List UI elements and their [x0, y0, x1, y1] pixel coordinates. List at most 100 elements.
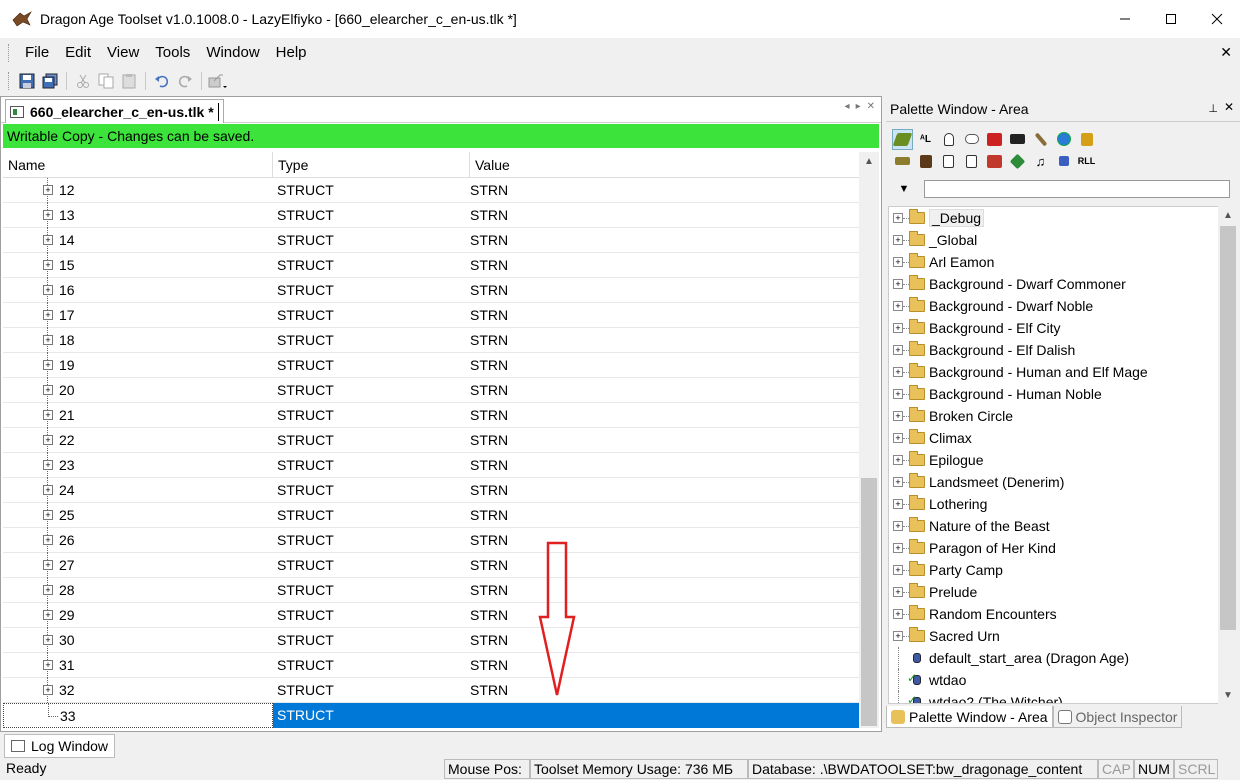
- expand-icon[interactable]: +: [893, 279, 903, 289]
- placeable-icon[interactable]: [892, 151, 913, 172]
- expand-icon[interactable]: +: [893, 631, 903, 641]
- cutscene-icon[interactable]: [1007, 129, 1028, 150]
- name-cell[interactable]: +16: [3, 278, 273, 303]
- table-row[interactable]: +17 STRUCT STRN: [3, 303, 859, 328]
- tree-vertical-scrollbar[interactable]: ▲ ▼: [1218, 206, 1238, 704]
- tree-item[interactable]: + Party Camp: [889, 559, 1237, 581]
- expand-icon[interactable]: +: [43, 435, 53, 445]
- type-cell[interactable]: STRUCT: [273, 578, 470, 602]
- type-cell[interactable]: STRUCT: [273, 303, 470, 327]
- expand-icon[interactable]: +: [43, 510, 53, 520]
- name-cell[interactable]: +22: [3, 428, 273, 453]
- tree-item[interactable]: + Lothering: [889, 493, 1237, 515]
- tree-item[interactable]: + Background - Elf City: [889, 317, 1237, 339]
- value-cell[interactable]: STRN: [470, 228, 859, 252]
- tree-item[interactable]: + Arl Eamon: [889, 251, 1237, 273]
- menu-edit[interactable]: Edit: [57, 40, 99, 66]
- expand-icon[interactable]: +: [43, 635, 53, 645]
- name-cell[interactable]: +19: [3, 353, 273, 378]
- value-cell[interactable]: STRN: [470, 453, 859, 477]
- tree-item[interactable]: + _Debug: [889, 207, 1237, 229]
- expand-icon[interactable]: +: [43, 660, 53, 670]
- grid-vertical-scrollbar[interactable]: ▲: [859, 152, 879, 728]
- expand-icon[interactable]: +: [893, 565, 903, 575]
- table-row[interactable]: +30 STRUCT STRN: [3, 628, 859, 653]
- name-cell[interactable]: +21: [3, 403, 273, 428]
- value-cell[interactable]: STRN: [470, 653, 859, 677]
- expand-icon[interactable]: +: [893, 411, 903, 421]
- tab-log-window[interactable]: Log Window: [4, 734, 116, 758]
- column-header-value[interactable]: Value: [470, 152, 859, 177]
- table-row[interactable]: +27 STRUCT STRN: [3, 553, 859, 578]
- expand-icon[interactable]: +: [893, 213, 903, 223]
- type-cell[interactable]: STRUCT: [273, 678, 470, 702]
- tree-item[interactable]: + Sacred Urn: [889, 625, 1237, 647]
- name-cell[interactable]: +18: [3, 328, 273, 353]
- table-row[interactable]: +21 STRUCT STRN: [3, 403, 859, 428]
- table-row[interactable]: +13 STRUCT STRN: [3, 203, 859, 228]
- name-cell[interactable]: +28: [3, 578, 273, 603]
- name-cell[interactable]: +32: [3, 678, 273, 703]
- expand-icon[interactable]: +: [893, 455, 903, 465]
- name-cell[interactable]: +12: [3, 178, 273, 203]
- name-cell[interactable]: +31: [3, 653, 273, 678]
- tree-item[interactable]: ✓ wtdao: [889, 669, 1237, 691]
- expand-icon[interactable]: +: [893, 257, 903, 267]
- tree-item[interactable]: + Background - Dwarf Noble: [889, 295, 1237, 317]
- type-cell[interactable]: STRUCT: [273, 628, 470, 652]
- table-row[interactable]: +26 STRUCT STRN: [3, 528, 859, 553]
- value-cell[interactable]: STRN: [470, 553, 859, 577]
- type-cell[interactable]: STRUCT: [273, 603, 470, 627]
- value-cell[interactable]: STRN: [470, 528, 859, 552]
- expand-icon[interactable]: +: [893, 499, 903, 509]
- type-cell[interactable]: STRUCT: [273, 453, 470, 477]
- maximize-button[interactable]: [1148, 0, 1194, 38]
- name-cell[interactable]: +17: [3, 303, 273, 328]
- table-row[interactable]: +16 STRUCT STRN: [3, 278, 859, 303]
- value-cell[interactable]: STRN: [470, 203, 859, 227]
- redo-button[interactable]: [175, 71, 195, 91]
- menu-view[interactable]: View: [99, 40, 147, 66]
- expand-icon[interactable]: +: [43, 685, 53, 695]
- type-cell[interactable]: STRUCT: [273, 503, 470, 527]
- undo-button[interactable]: [152, 71, 172, 91]
- text-icon[interactable]: ᴬL: [915, 129, 936, 150]
- tree-item[interactable]: + Background - Dwarf Commoner: [889, 273, 1237, 295]
- tab-scroll-left-icon[interactable]: ◂: [845, 101, 850, 112]
- expand-icon[interactable]: +: [893, 323, 903, 333]
- value-cell[interactable]: STRN: [470, 278, 859, 302]
- document-close-icon[interactable]: ✕: [1220, 44, 1232, 61]
- name-cell[interactable]: +24: [3, 478, 273, 503]
- name-cell[interactable]: +30: [3, 628, 273, 653]
- rll-icon[interactable]: RLL: [1076, 151, 1097, 172]
- tree-item[interactable]: + Background - Human and Elf Mage: [889, 361, 1237, 383]
- type-cell[interactable]: STRUCT: [273, 428, 470, 452]
- expand-icon[interactable]: +: [43, 235, 53, 245]
- tab-object-inspector[interactable]: Object Inspector: [1052, 706, 1183, 728]
- table-row[interactable]: +18 STRUCT STRN: [3, 328, 859, 353]
- tree-item[interactable]: + Prelude: [889, 581, 1237, 603]
- menu-grip[interactable]: [8, 44, 11, 62]
- expand-icon[interactable]: +: [43, 260, 53, 270]
- type-cell[interactable]: STRUCT: [273, 328, 470, 352]
- expand-icon[interactable]: +: [43, 185, 53, 195]
- column-header-type[interactable]: Type: [273, 152, 470, 177]
- name-cell[interactable]: +15: [3, 253, 273, 278]
- expand-icon[interactable]: +: [43, 610, 53, 620]
- expand-icon[interactable]: +: [43, 310, 53, 320]
- type-cell[interactable]: STRUCT: [273, 278, 470, 302]
- scroll-up-icon[interactable]: ▲: [859, 152, 879, 170]
- type-cell[interactable]: STRUCT: [273, 203, 470, 227]
- name-cell[interactable]: +26: [3, 528, 273, 553]
- tree-scroll-thumb[interactable]: [1220, 226, 1236, 630]
- document-tab[interactable]: 660_elearcher_c_en-us.tlk *: [5, 99, 224, 123]
- type-cell[interactable]: STRUCT: [273, 703, 470, 728]
- expand-icon[interactable]: +: [893, 235, 903, 245]
- expand-icon[interactable]: +: [893, 477, 903, 487]
- tab-palette-window-area[interactable]: Palette Window - Area: [886, 706, 1053, 728]
- tree-scroll-down-icon[interactable]: ▼: [1218, 686, 1238, 704]
- expand-icon[interactable]: +: [893, 389, 903, 399]
- item-icon[interactable]: [1030, 129, 1051, 150]
- table-row[interactable]: +32 STRUCT STRN: [3, 678, 859, 703]
- dialog-icon[interactable]: [961, 129, 982, 150]
